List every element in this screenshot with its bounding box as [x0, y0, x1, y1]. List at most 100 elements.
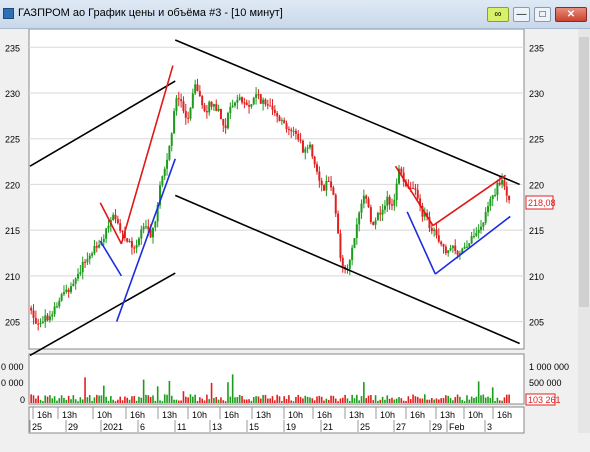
volume-left-tick: 0 000 [1, 378, 24, 388]
candle-body [283, 120, 286, 124]
volume-bar [463, 401, 466, 403]
volume-bar [426, 399, 428, 403]
candle-body [414, 188, 417, 191]
candle-body [353, 238, 356, 248]
candle-body [465, 246, 468, 248]
volume-bar [311, 398, 314, 403]
volume-bar [269, 398, 271, 403]
link-button[interactable]: ∞ [487, 7, 509, 22]
candle-body [365, 195, 368, 199]
volume-bar [208, 399, 211, 403]
volume-bar [442, 398, 445, 403]
volume-bar [309, 397, 311, 403]
candle-body [430, 227, 433, 232]
volume-bar [431, 397, 433, 403]
time-date-label: 15 [249, 422, 259, 432]
volume-bar [140, 397, 143, 403]
candle-body [360, 203, 363, 213]
candle-body [60, 294, 63, 301]
volume-left-tick: 0 000 [1, 362, 24, 372]
volume-bar [330, 395, 332, 403]
volume-bar [243, 399, 246, 403]
candle-body [107, 225, 110, 229]
volume-bar [30, 394, 32, 403]
time-hour-label: 10h [288, 410, 303, 420]
candle-body [437, 235, 440, 242]
candle-body [168, 145, 171, 160]
volume-bar [72, 395, 75, 403]
volume-bar [227, 382, 229, 403]
candle-body [70, 286, 72, 293]
close-button[interactable]: ✕ [555, 7, 587, 22]
volume-bar [384, 399, 386, 403]
candle-body [337, 213, 340, 234]
volume-bar [196, 400, 199, 403]
volume-bar [42, 401, 44, 403]
candle-body [299, 139, 302, 141]
scrollbar-thumb[interactable] [579, 37, 589, 307]
price-tick-left: 215 [5, 226, 20, 236]
volume-bar [70, 399, 72, 403]
minimize-button[interactable]: — [513, 7, 530, 22]
volume-bar [393, 399, 396, 403]
volume-bar [398, 397, 400, 403]
volume-bar [206, 394, 208, 403]
candle-body [194, 84, 197, 94]
volume-bar [447, 395, 449, 403]
candle-body [480, 226, 482, 230]
volume-bar [496, 397, 499, 403]
candle-body [332, 187, 335, 195]
candle-body [91, 253, 94, 256]
maximize-button[interactable]: □ [534, 7, 551, 22]
volume-bar [51, 398, 54, 403]
candle-body [189, 107, 192, 119]
volume-bar [173, 399, 175, 403]
candle-body [93, 245, 96, 254]
candle-body [262, 99, 265, 104]
candle-body [53, 306, 56, 315]
volume-bar [484, 397, 487, 403]
volume-bar [388, 398, 391, 403]
volume-bar [274, 400, 276, 403]
volume-bar [145, 394, 147, 403]
candle-body [65, 289, 68, 293]
candle-body [355, 224, 358, 239]
candle-body [362, 195, 365, 204]
candle-body [491, 195, 494, 199]
volume-bar [44, 395, 47, 403]
volume-bar [468, 399, 471, 403]
volume-bar [292, 401, 295, 403]
price-pane[interactable] [28, 28, 525, 350]
candle-body [304, 148, 307, 153]
last-price-label: 218,08 [528, 198, 556, 208]
volume-bar [201, 398, 203, 403]
time-date-label: 19 [286, 422, 296, 432]
candle-body [301, 140, 304, 153]
volume-bar [470, 396, 473, 403]
volume-bar [250, 400, 253, 403]
candle-body [435, 229, 438, 236]
time-hour-label: 13h [256, 410, 271, 420]
candle-body [163, 168, 166, 177]
candle-body [72, 283, 75, 287]
volume-bar [203, 400, 206, 403]
candle-body [128, 240, 131, 242]
candle-body [311, 144, 314, 157]
volume-bar [290, 400, 293, 403]
chart-area[interactable]: 235 235 230 230 225 225 220 220 215 215 210 210 205 2… [0, 28, 590, 449]
volume-bar [278, 396, 281, 403]
candle-body [444, 246, 447, 254]
volume-bar [56, 400, 58, 403]
volume-bar [114, 401, 117, 403]
price-volume-chart[interactable]: 235 235230 230225 225220 220215 215210 210205 2… [0, 28, 590, 449]
candle-body [208, 101, 211, 113]
volume-bar [194, 394, 196, 403]
candle-body [334, 194, 337, 214]
volume-bar [185, 396, 187, 403]
candle-body [440, 241, 443, 245]
candle-body [236, 99, 239, 103]
time-date-label: Feb [449, 422, 465, 432]
volume-bar [295, 396, 297, 403]
volume-bar [477, 381, 480, 403]
volume-bar [37, 395, 39, 403]
